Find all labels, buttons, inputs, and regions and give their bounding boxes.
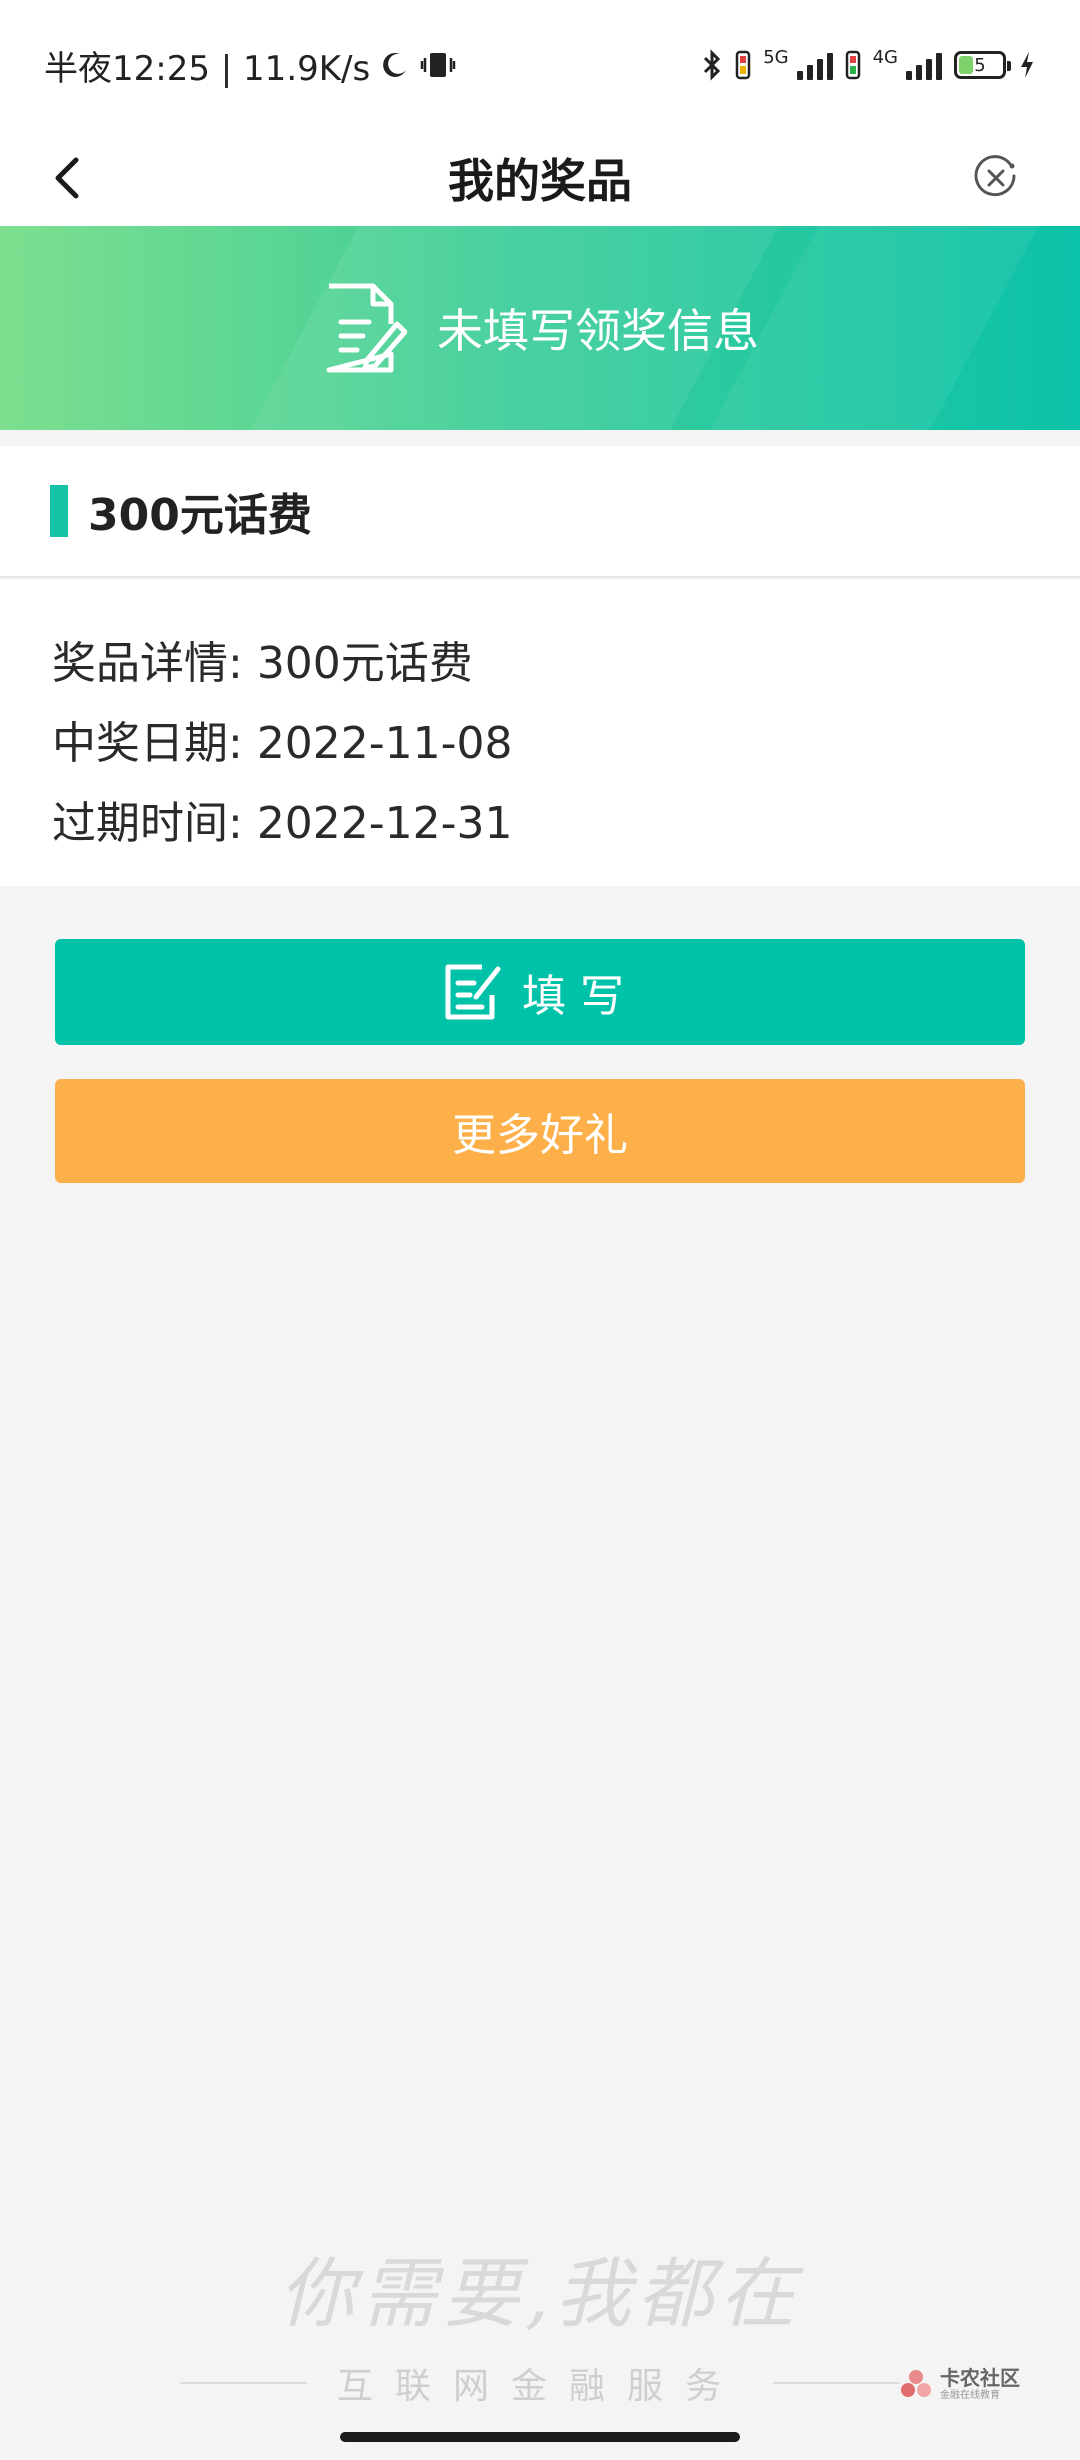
detail-label: 奖品详情: [52, 638, 257, 689]
detail-label: 中奖日期: [52, 718, 257, 769]
status-bar: 半夜12:25 | 11.9K/s 5G 4G 5 [0, 0, 1080, 130]
sim-icon-2 [845, 50, 860, 80]
watermark-logo: 卡农社区 金融在线教育 [898, 2366, 1020, 2402]
footer-slogan: 你需要,我都在 [278, 2249, 802, 2338]
detail-value: 2022-12-31 [256, 798, 513, 849]
prize-name: 300元话费 [88, 490, 312, 541]
detail-row-expiry: 过期时间: 2022-12-31 [52, 784, 1080, 864]
detail-value: 2022-11-08 [256, 718, 513, 769]
signal-icon-2 [906, 50, 942, 80]
more-gifts-button[interactable]: 更多好礼 [55, 1079, 1025, 1183]
page-title: 我的奖品 [448, 154, 632, 208]
logo-icon [901, 2370, 931, 2397]
logo-name: 卡农社区 [940, 2365, 1020, 2390]
prize-header: 300元话费 [0, 446, 1080, 578]
footer-service: 互联网金融服务 [180, 2358, 901, 2408]
signal-icon [796, 50, 833, 80]
network-4g-label: 4G [872, 47, 898, 68]
prize-accent-bar [50, 485, 68, 537]
nav-bar: 我的奖品 [0, 130, 1080, 226]
detail-label: 过期时间: [52, 798, 257, 849]
status-left: 半夜12:25 | 11.9K/s [44, 41, 456, 90]
detail-row-prize: 奖品详情: 300元话费 [52, 624, 1080, 704]
status-banner: 未填写领奖信息 [0, 226, 1080, 430]
status-right: 5G 4G 5 [701, 49, 1036, 81]
sim-icon [735, 50, 751, 80]
battery-fill [959, 56, 973, 74]
divider [180, 2382, 307, 2384]
moon-icon [383, 52, 407, 77]
close-circle-icon[interactable] [972, 154, 1020, 202]
battery-level: 5 [974, 54, 986, 76]
page: 半夜12:25 | 11.9K/s 5G 4G 5 我的奖品 未填写领奖信息 3… [0, 0, 1080, 2460]
detail-value: 300元话费 [256, 638, 473, 689]
status-time: 半夜12:25 | 11.9K/s [44, 48, 371, 89]
footer-service-text: 互联网金融服务 [337, 2366, 744, 2407]
divider [773, 2382, 901, 2384]
document-edit-icon [326, 283, 407, 373]
fill-info-button[interactable]: 填写 [55, 939, 1025, 1045]
prize-details: 奖品详情: 300元话费 中奖日期: 2022-11-08 过期时间: 2022… [0, 580, 1080, 886]
bluetooth-icon [704, 49, 721, 81]
charging-icon [1021, 52, 1033, 78]
network-5g-label: 5G [763, 47, 789, 68]
battery-icon: 5 [954, 51, 1011, 79]
detail-row-win-date: 中奖日期: 2022-11-08 [52, 704, 1080, 784]
home-indicator[interactable] [340, 2432, 740, 2442]
logo-subtitle: 金融在线教育 [940, 2389, 1000, 2401]
edit-icon [445, 964, 501, 1020]
fill-button-label: 填写 [522, 971, 638, 1022]
banner-text: 未填写领奖信息 [437, 304, 759, 358]
more-gifts-label: 更多好礼 [452, 1110, 628, 1161]
logo-text: 卡农社区 金融在线教育 [940, 2368, 1020, 2401]
vibrate-icon [420, 53, 456, 77]
chevron-left-icon[interactable] [44, 152, 96, 204]
